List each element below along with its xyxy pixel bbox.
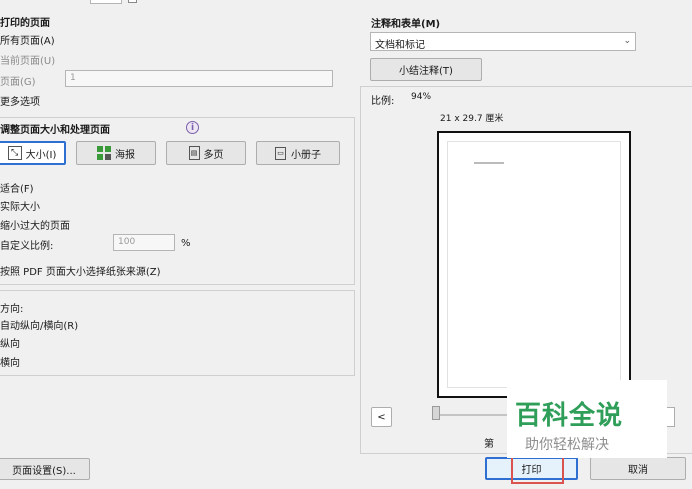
booklet-button-label: 小册子: [291, 149, 321, 161]
summarize-comments-button[interactable]: 小结注释(T): [370, 58, 482, 81]
multiple-pages-button-label: 多页: [203, 149, 224, 161]
page-slider-thumb[interactable]: [432, 406, 440, 420]
poster-button-label: 海报: [115, 149, 135, 161]
scale-label: 比例:: [371, 96, 395, 107]
booklet-button[interactable]: ▭ 小册子: [256, 141, 340, 165]
booklet-icon: ▭: [275, 146, 286, 160]
multiple-pages-button[interactable]: ▤ 多页: [166, 141, 246, 165]
comments-section-title: 注释和表单(M): [371, 19, 441, 30]
more-options-toggle[interactable]: 更多选项: [0, 93, 40, 108]
comments-dropdown[interactable]: 文档和标记 ⌄: [370, 32, 636, 51]
pages-section-title: 打印的页面: [0, 18, 50, 29]
auto-orientation-radio[interactable]: 自动纵向/横向(R): [0, 317, 78, 332]
page-preview: [437, 131, 631, 398]
orientation-title: 方向:: [0, 304, 24, 315]
pages-range-radio[interactable]: 页面(G): [0, 73, 36, 88]
custom-scale-input[interactable]: 100: [113, 234, 175, 251]
poster-grid-icon: [97, 146, 111, 160]
page-slider-track[interactable]: [435, 414, 515, 416]
actual-size-radio[interactable]: 实际大小: [0, 198, 40, 213]
sizing-section-title: 调整页面大小和处理页面: [0, 125, 110, 136]
pages-range-input[interactable]: 1: [65, 70, 333, 87]
comments-dropdown-value: 文档和标记: [375, 40, 425, 51]
chevron-down-icon: ⌄: [623, 36, 631, 46]
top-strip-help-icon[interactable]: [128, 0, 137, 3]
page-size-label: 21 x 29.7 厘米: [440, 114, 504, 124]
size-button[interactable]: ⤡ 大小(I): [0, 141, 66, 165]
scale-value: 94%: [411, 92, 432, 102]
multiple-pages-icon: ▤: [188, 146, 200, 160]
poster-button[interactable]: 海报: [76, 141, 156, 165]
current-page-radio[interactable]: 当前页面(U): [0, 52, 55, 67]
size-button-label: 大小(I): [25, 149, 57, 161]
page-preview-text-line: [474, 162, 504, 164]
top-strip-field[interactable]: [90, 0, 122, 4]
page-preview-sheet: [447, 141, 621, 388]
info-icon[interactable]: i: [186, 121, 199, 134]
resize-arrows-icon: ⤡: [7, 146, 22, 160]
page-number-label: 第: [484, 439, 494, 450]
fit-radio[interactable]: 适合(F): [0, 180, 34, 195]
all-pages-radio[interactable]: 所有页面(A): [0, 32, 55, 47]
prev-page-button[interactable]: <: [371, 407, 392, 427]
watermark-subtitle: 助你轻松解决: [525, 437, 609, 453]
landscape-radio[interactable]: 横向: [0, 354, 20, 369]
cancel-button[interactable]: 取消: [590, 457, 686, 480]
page-setup-button[interactable]: 页面设置(S)...: [0, 458, 90, 480]
watermark-title: 百科全说: [515, 401, 624, 431]
portrait-radio[interactable]: 纵向: [0, 335, 20, 350]
custom-scale-percent: %: [181, 238, 191, 249]
orientation-panel: [0, 290, 355, 376]
paper-source-checkbox[interactable]: 按照 PDF 页面大小选择纸张来源(Z): [0, 263, 161, 278]
shrink-oversized-radio[interactable]: 缩小过大的页面: [0, 217, 70, 232]
custom-scale-radio[interactable]: 自定义比例:: [0, 237, 53, 252]
